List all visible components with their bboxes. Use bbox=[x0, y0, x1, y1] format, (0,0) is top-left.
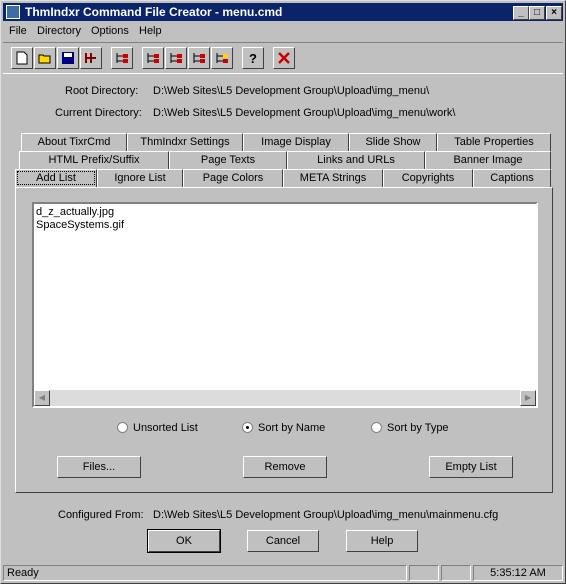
menu-help[interactable]: Help bbox=[139, 25, 162, 37]
toolbar: ? bbox=[3, 42, 563, 74]
maximize-button[interactable]: □ bbox=[529, 6, 545, 20]
tool-icon[interactable] bbox=[80, 47, 102, 69]
help-button[interactable]: Help bbox=[346, 530, 418, 552]
radio-icon bbox=[117, 422, 128, 433]
radio-label: Unsorted List bbox=[133, 422, 198, 434]
status-bar: Ready 5:35:12 AM bbox=[3, 564, 563, 582]
tab-copyrights[interactable]: Copyrights bbox=[383, 169, 473, 187]
tab-about-tixrcmd[interactable]: About TixrCmd bbox=[21, 133, 127, 151]
tree-add-icon[interactable] bbox=[142, 47, 164, 69]
tab-html-prefix-suffix[interactable]: HTML Prefix/Suffix bbox=[19, 151, 169, 169]
menu-bar: File Directory Options Help bbox=[3, 22, 563, 40]
menu-directory[interactable]: Directory bbox=[37, 25, 81, 37]
open-folder-icon[interactable] bbox=[34, 47, 56, 69]
scroll-left-icon[interactable]: ◀ bbox=[34, 390, 50, 406]
add-list-panel: d_z_actually.jpg SpaceSystems.gif ◀ ▶ Un… bbox=[15, 187, 553, 493]
tab-add-list[interactable]: Add List bbox=[15, 169, 97, 187]
window-title: ThmIndxr Command File Creator - menu.cmd bbox=[25, 5, 283, 19]
app-window: ThmIndxr Command File Creator - menu.cmd… bbox=[0, 0, 566, 584]
app-icon bbox=[6, 5, 20, 19]
new-file-icon[interactable] bbox=[11, 47, 33, 69]
empty-list-button[interactable]: Empty List bbox=[429, 456, 513, 478]
tab-banner-image[interactable]: Banner Image bbox=[425, 151, 551, 169]
list-item[interactable]: d_z_actually.jpg bbox=[36, 206, 114, 218]
ok-button[interactable]: OK bbox=[147, 529, 221, 553]
scroll-right-icon[interactable]: ▶ bbox=[520, 390, 536, 406]
configured-from-value: D:\Web Sites\L5 Development Group\Upload… bbox=[153, 509, 499, 521]
files-button[interactable]: Files... bbox=[57, 456, 141, 478]
current-directory-value: D:\Web Sites\L5 Development Group\Upload… bbox=[153, 107, 456, 119]
file-list[interactable]: d_z_actually.jpg SpaceSystems.gif ◀ ▶ bbox=[32, 202, 538, 408]
configured-from-label: Configured From: bbox=[58, 509, 144, 521]
remove-button[interactable]: Remove bbox=[243, 456, 327, 478]
list-item[interactable]: SpaceSystems.gif bbox=[36, 219, 124, 231]
radio-unsorted-list[interactable]: Unsorted List bbox=[117, 422, 198, 434]
tab-image-display[interactable]: Image Display bbox=[243, 133, 349, 151]
tree-edit-icon[interactable] bbox=[165, 47, 187, 69]
menu-file[interactable]: File bbox=[9, 25, 27, 37]
help-icon[interactable]: ? bbox=[242, 47, 264, 69]
status-text: Ready bbox=[3, 565, 407, 581]
tab-captions[interactable]: Captions bbox=[473, 169, 551, 187]
current-directory-label: Current Directory: bbox=[55, 107, 142, 119]
root-directory-label: Root Directory: bbox=[65, 85, 139, 97]
radio-sort-by-type[interactable]: Sort by Type bbox=[371, 422, 449, 434]
horizontal-scrollbar[interactable]: ◀ ▶ bbox=[34, 390, 536, 406]
tab-slide-show[interactable]: Slide Show bbox=[349, 133, 437, 151]
tree-icon[interactable] bbox=[111, 47, 133, 69]
radio-label: Sort by Type bbox=[387, 422, 449, 434]
radio-label: Sort by Name bbox=[258, 422, 326, 434]
tab-page-colors[interactable]: Page Colors bbox=[183, 169, 283, 187]
status-pane bbox=[409, 565, 439, 581]
root-directory-value: D:\Web Sites\L5 Development Group\Upload… bbox=[153, 85, 430, 97]
radio-sort-by-name[interactable]: Sort by Name bbox=[242, 422, 325, 434]
minimize-button[interactable]: _ bbox=[513, 6, 529, 20]
status-clock: 5:35:12 AM bbox=[473, 565, 563, 581]
tree-run-icon[interactable] bbox=[211, 47, 233, 69]
radio-icon bbox=[371, 422, 382, 433]
tree-remove-icon[interactable] bbox=[188, 47, 210, 69]
radio-selected-icon bbox=[242, 422, 253, 433]
menu-options[interactable]: Options bbox=[91, 25, 129, 37]
tab-ignore-list[interactable]: Ignore List bbox=[97, 169, 183, 187]
close-button[interactable]: × bbox=[546, 6, 562, 20]
cancel-button[interactable]: Cancel bbox=[247, 530, 319, 552]
close-x-icon[interactable] bbox=[273, 47, 295, 69]
title-bar[interactable]: ThmIndxr Command File Creator - menu.cmd… bbox=[3, 3, 563, 21]
tab-links-and-urls[interactable]: Links and URLs bbox=[287, 151, 425, 169]
tab-page-texts[interactable]: Page Texts bbox=[169, 151, 287, 169]
tab-meta-strings[interactable]: META Strings bbox=[283, 169, 383, 187]
svg-text:?: ? bbox=[249, 51, 257, 65]
tab-table-properties[interactable]: Table Properties bbox=[437, 133, 551, 151]
save-icon[interactable] bbox=[57, 47, 79, 69]
tab-thmindxr-settings[interactable]: ThmIndxr Settings bbox=[127, 133, 243, 151]
status-pane bbox=[441, 565, 471, 581]
